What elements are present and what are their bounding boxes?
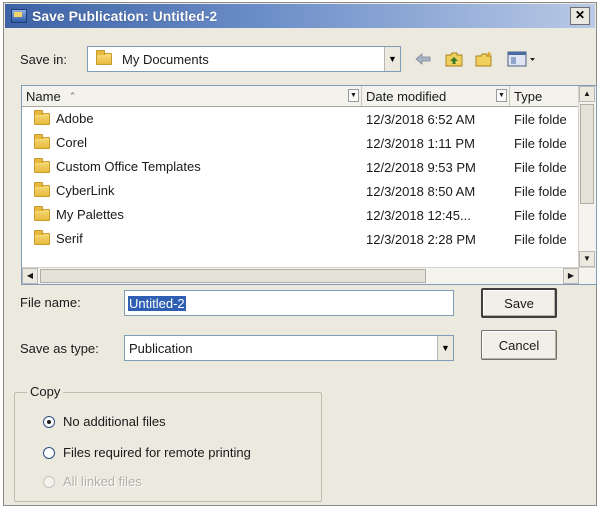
- folder-icon: [34, 229, 50, 245]
- save-as-type-label: Save as type:: [20, 341, 99, 356]
- file-name-label: File name:: [20, 295, 81, 310]
- close-button[interactable]: ✕: [570, 7, 590, 25]
- scroll-thumb[interactable]: [40, 269, 426, 283]
- item-name: Adobe: [56, 111, 94, 126]
- item-name: CyberLink: [56, 183, 115, 198]
- item-name: Serif: [56, 231, 83, 246]
- copy-group-legend: Copy: [27, 384, 64, 399]
- item-name: Corel: [56, 135, 88, 150]
- copy-options-group: Copy No additional files Files required …: [14, 384, 322, 502]
- save-button[interactable]: Save: [481, 288, 557, 318]
- column-header-name[interactable]: Name ⌃ ▼: [22, 86, 362, 106]
- item-date: 12/2/2018 9:53 PM: [366, 160, 476, 175]
- radio-label: No additional files: [63, 414, 166, 429]
- column-header-label: Type: [514, 88, 543, 104]
- file-list[interactable]: Name ⌃ ▼ Date modified ▼ Type Adobe 12/3…: [21, 85, 597, 285]
- up-folder-icon: [445, 52, 463, 67]
- dialog-title: Save Publication: Untitled-2: [32, 8, 218, 24]
- item-type: File folde: [514, 160, 567, 175]
- item-date: 12/3/2018 8:50 AM: [366, 184, 476, 199]
- back-arrow-icon: [415, 53, 431, 65]
- title-bar[interactable]: Save Publication: Untitled-2 ✕: [5, 4, 595, 28]
- column-filter-button[interactable]: ▼: [496, 89, 507, 102]
- item-type: File folde: [514, 112, 567, 127]
- chevron-down-icon[interactable]: ▼: [384, 47, 400, 71]
- list-item[interactable]: Serif 12/3/2018 2:28 PM File folde: [22, 227, 579, 251]
- item-name: Custom Office Templates: [56, 159, 201, 174]
- radio-label: Files required for remote printing: [63, 445, 251, 460]
- radio-no-additional-files[interactable]: No additional files: [43, 414, 166, 429]
- save-in-value: My Documents: [122, 51, 209, 67]
- vertical-scrollbar[interactable]: ▲ ▼: [578, 86, 596, 267]
- column-header-date[interactable]: Date modified ▼: [362, 86, 510, 106]
- new-folder-icon: [475, 51, 493, 67]
- list-item[interactable]: Adobe 12/3/2018 6:52 AM File folde: [22, 107, 579, 131]
- column-header-label: Date modified: [366, 88, 447, 104]
- item-type: File folde: [514, 136, 567, 151]
- item-name: My Palettes: [56, 207, 124, 222]
- folder-icon: [34, 109, 50, 125]
- folder-icon: [34, 133, 50, 149]
- column-filter-button[interactable]: ▼: [348, 89, 359, 102]
- list-item[interactable]: My Palettes 12/3/2018 12:45... File fold…: [22, 203, 579, 227]
- scroll-up-icon[interactable]: ▲: [579, 86, 595, 102]
- item-type: File folde: [514, 208, 567, 223]
- item-date: 12/3/2018 2:28 PM: [366, 232, 476, 247]
- column-header-label: Name: [26, 88, 61, 104]
- scroll-thumb[interactable]: [580, 104, 594, 204]
- save-as-type-value: Publication: [129, 340, 193, 356]
- radio-label: All linked files: [63, 474, 142, 489]
- folder-icon: [34, 205, 50, 221]
- scroll-down-icon[interactable]: ▼: [579, 251, 595, 267]
- new-folder-button[interactable]: [472, 48, 496, 70]
- radio-selected-icon[interactable]: [43, 415, 55, 428]
- radio-disabled-icon: [43, 475, 55, 488]
- back-button[interactable]: [412, 48, 434, 70]
- folder-icon: [34, 157, 50, 173]
- save-as-type-dropdown[interactable]: Publication ▼: [124, 335, 454, 361]
- file-name-value: Untitled-2: [128, 295, 186, 311]
- radio-unselected-icon[interactable]: [43, 446, 55, 459]
- radio-all-linked-files: All linked files: [43, 474, 142, 489]
- radio-files-for-remote-printing[interactable]: Files required for remote printing: [43, 445, 251, 460]
- item-type: File folde: [514, 232, 567, 247]
- views-menu-icon: [507, 51, 535, 67]
- sort-indicator-icon: ⌃: [68, 90, 77, 101]
- views-menu-button[interactable]: [504, 48, 540, 70]
- list-header: Name ⌃ ▼ Date modified ▼ Type: [22, 86, 579, 107]
- file-name-input[interactable]: Untitled-2: [124, 290, 454, 316]
- list-item[interactable]: CyberLink 12/3/2018 8:50 AM File folde: [22, 179, 579, 203]
- folder-icon: [96, 50, 112, 65]
- list-item[interactable]: Corel 12/3/2018 1:11 PM File folde: [22, 131, 579, 155]
- app-icon: [11, 9, 27, 23]
- item-date: 12/3/2018 12:45...: [366, 208, 471, 223]
- column-header-type[interactable]: Type: [510, 86, 582, 106]
- save-in-label: Save in:: [20, 52, 67, 67]
- list-item[interactable]: Custom Office Templates 12/2/2018 9:53 P…: [22, 155, 579, 179]
- up-folder-button[interactable]: [442, 48, 466, 70]
- save-in-dropdown[interactable]: My Documents ▼: [87, 46, 401, 72]
- item-type: File folde: [514, 184, 567, 199]
- folder-icon: [34, 181, 50, 197]
- item-date: 12/3/2018 1:11 PM: [366, 136, 475, 151]
- item-date: 12/3/2018 6:52 AM: [366, 112, 476, 127]
- scroll-left-icon[interactable]: ◀: [22, 268, 38, 284]
- chevron-down-icon[interactable]: ▼: [437, 336, 453, 360]
- cancel-button[interactable]: Cancel: [481, 330, 557, 360]
- horizontal-scrollbar[interactable]: ◀ ▶: [22, 267, 596, 284]
- scroll-right-icon[interactable]: ▶: [563, 268, 579, 284]
- save-publication-dialog: Save Publication: Untitled-2 ✕ Save in: …: [3, 2, 597, 506]
